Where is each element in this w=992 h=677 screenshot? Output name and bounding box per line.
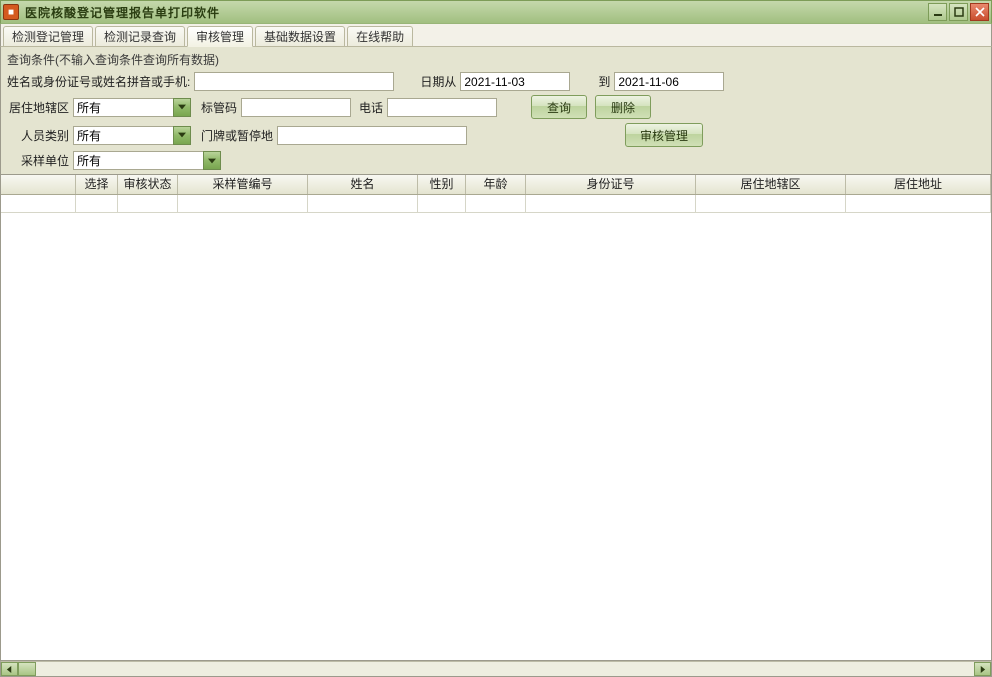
region-label: 居住地辖区 <box>7 99 69 116</box>
scroll-thumb[interactable] <box>18 662 36 676</box>
window-title: 医院核酸登记管理报告单打印软件 <box>25 4 928 21</box>
column-header[interactable]: 选择 <box>76 175 118 194</box>
column-header[interactable] <box>1 175 76 194</box>
menu-item-settings[interactable]: 基础数据设置 <box>255 26 345 46</box>
date-to-input[interactable] <box>614 72 724 91</box>
column-header[interactable]: 审核状态 <box>118 175 178 194</box>
table-row <box>1 195 991 213</box>
person-type-select[interactable] <box>73 126 191 145</box>
data-grid: 选择审核状态采样管编号姓名性别年龄身份证号居住地辖区居住地址 <box>0 175 992 661</box>
tube-input[interactable] <box>241 98 351 117</box>
title-bar: ■ 医院核酸登记管理报告单打印软件 <box>0 0 992 24</box>
date-from-label: 日期从 <box>420 73 456 90</box>
app-icon: ■ <box>3 4 19 20</box>
grid-header: 选择审核状态采样管编号姓名性别年龄身份证号居住地辖区居住地址 <box>1 175 991 195</box>
region-select-value[interactable] <box>73 98 173 117</box>
menu-item-query[interactable]: 检测记录查询 <box>95 26 185 46</box>
sample-unit-value[interactable] <box>73 151 203 170</box>
grid-cell <box>846 195 991 213</box>
column-header[interactable]: 身份证号 <box>526 175 696 194</box>
filter-panel: 查询条件(不输入查询条件查询所有数据) 姓名或身份证号或姓名拼音或手机: 日期从… <box>0 46 992 175</box>
close-button[interactable] <box>970 3 989 21</box>
menu-item-help[interactable]: 在线帮助 <box>347 26 413 46</box>
region-select[interactable] <box>73 98 191 117</box>
chevron-down-icon[interactable] <box>203 151 221 170</box>
grid-body[interactable] <box>1 195 991 660</box>
tube-label: 标管码 <box>201 99 237 116</box>
phone-input[interactable] <box>387 98 497 117</box>
date-to-label: 到 <box>598 73 610 90</box>
menu-item-register[interactable]: 检测登记管理 <box>3 26 93 46</box>
phone-label: 电话 <box>359 99 383 116</box>
delete-button[interactable]: 删除 <box>595 95 651 119</box>
scroll-left-button[interactable] <box>1 662 18 676</box>
sample-unit-label: 采样单位 <box>7 152 69 169</box>
column-header[interactable]: 居住地辖区 <box>696 175 846 194</box>
person-type-label: 人员类别 <box>7 127 69 144</box>
name-label: 姓名或身份证号或姓名拼音或手机: <box>7 73 190 90</box>
column-header[interactable]: 居住地址 <box>846 175 991 194</box>
grid-cell <box>118 195 178 213</box>
sample-unit-select[interactable] <box>73 151 221 170</box>
door-input[interactable] <box>277 126 467 145</box>
window-controls <box>928 3 989 21</box>
maximize-button[interactable] <box>949 3 968 21</box>
grid-cell <box>466 195 526 213</box>
chevron-down-icon[interactable] <box>173 126 191 145</box>
door-label: 门牌或暂停地 <box>201 127 273 144</box>
column-header[interactable]: 性别 <box>418 175 466 194</box>
query-button[interactable]: 查询 <box>531 95 587 119</box>
grid-cell <box>696 195 846 213</box>
grid-cell <box>76 195 118 213</box>
grid-cell <box>1 195 76 213</box>
column-header[interactable]: 姓名 <box>308 175 418 194</box>
chevron-down-icon[interactable] <box>173 98 191 117</box>
person-type-value[interactable] <box>73 126 173 145</box>
scroll-right-button[interactable] <box>974 662 991 676</box>
audit-manage-button[interactable]: 审核管理 <box>625 123 703 147</box>
grid-cell <box>178 195 308 213</box>
filter-title: 查询条件(不输入查询条件查询所有数据) <box>7 51 985 68</box>
menu-item-audit[interactable]: 审核管理 <box>187 26 253 47</box>
grid-cell <box>418 195 466 213</box>
menu-bar: 检测登记管理 检测记录查询 审核管理 基础数据设置 在线帮助 <box>0 24 992 46</box>
grid-cell <box>526 195 696 213</box>
horizontal-scrollbar[interactable] <box>0 661 992 677</box>
grid-cell <box>308 195 418 213</box>
name-input[interactable] <box>194 72 394 91</box>
column-header[interactable]: 采样管编号 <box>178 175 308 194</box>
minimize-button[interactable] <box>928 3 947 21</box>
date-from-input[interactable] <box>460 72 570 91</box>
column-header[interactable]: 年龄 <box>466 175 526 194</box>
scroll-track[interactable] <box>18 662 974 676</box>
